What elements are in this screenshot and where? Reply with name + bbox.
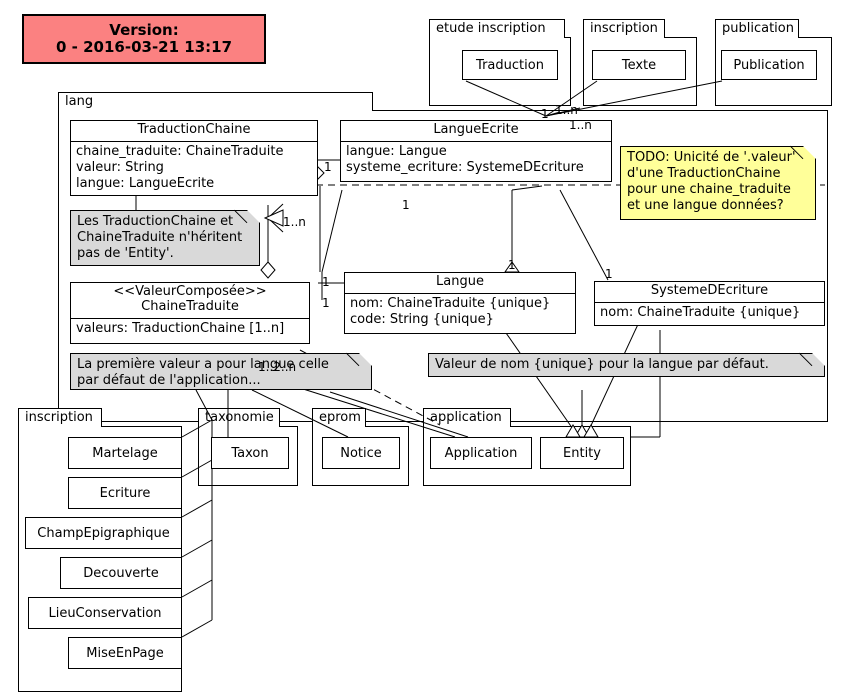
attribute: chaine_traduite: ChaineTraduite [76, 143, 284, 159]
multiplicity-label: 1 [508, 258, 516, 272]
class-chaine-traduite-label: ChaineTraduite [141, 298, 239, 314]
class-traduction-chaine-attributes: chaine_traduite: ChaineTraduite valeur: … [71, 142, 317, 196]
attribute: code: String {unique} [350, 312, 494, 328]
note-todo-text: TODO: Unicité de '.valeur' d'une Traduct… [627, 150, 801, 213]
class-champ-epigraphique[interactable]: ChampEpigraphique [25, 517, 182, 549]
note-heritage-text: Les TraductionChaine et ChaineTraduite n… [77, 214, 245, 262]
class-entity-name: Entity [563, 445, 601, 461]
class-stereotype: <<ValeurComposée>> [113, 284, 267, 299]
attribute: systeme_ecriture: SystemeDEcriture [346, 160, 584, 176]
class-texte[interactable]: Texte [592, 50, 686, 80]
note-line: ChaineTraduite n'héritent [77, 229, 243, 245]
note-line: pas de 'Entity'. [77, 245, 174, 261]
class-traduction-chaine-name: TraductionChaine [137, 122, 251, 137]
multiplicity-label: 1 [605, 267, 613, 281]
multiplicity-label: 1 [402, 198, 410, 212]
class-chaine-traduite-attributes: valeurs: TraductionChaine [1..n] [71, 319, 309, 340]
class-martelage-name: Martelage [92, 445, 158, 461]
note-premiere-valeur-text: La première valeur a pour langue celle p… [77, 357, 357, 389]
attribute: nom: ChaineTraduite {unique} [350, 295, 551, 311]
note-fold-icon [803, 146, 816, 159]
class-chaine-traduite-name: <<ValeurComposée>> ChaineTraduite [71, 283, 309, 318]
package-inscription-top-tab: inscription [583, 19, 665, 38]
class-systeme-decriture-attributes: nom: ChaineTraduite {unique} [595, 303, 824, 324]
attribute: valeurs: TraductionChaine [1..n] [76, 320, 285, 336]
class-notice-name: Notice [340, 445, 382, 461]
class-langue-name: Langue [436, 274, 484, 289]
class-systeme-decriture-name: SystemeDEcriture [650, 283, 769, 298]
class-chaine-traduite[interactable]: <<ValeurComposée>> ChaineTraduite valeur… [70, 282, 310, 344]
note-fold-icon [247, 210, 260, 223]
class-traduction-chaine[interactable]: TraductionChaine chaine_traduite: Chaine… [70, 120, 318, 196]
class-taxon-name: Taxon [231, 445, 269, 461]
package-etude-inscription-tab: etude inscription [429, 19, 565, 38]
class-lieu-conservation-name: LieuConservation [48, 605, 162, 621]
multiplicity-label: 1..2..n [258, 360, 297, 374]
class-langue-attributes: nom: ChaineTraduite {unique} code: Strin… [345, 294, 575, 332]
multiplicity-label: 1 [322, 296, 330, 310]
package-inscription-bottom-tab: inscription [18, 408, 102, 427]
class-entity[interactable]: Entity [540, 437, 624, 469]
class-decouverte-name: Decouverte [83, 565, 159, 581]
class-lieu-conservation[interactable]: LieuConservation [28, 597, 182, 629]
attribute: valeur: String [76, 160, 164, 176]
class-ecriture-name: Ecriture [99, 485, 151, 501]
class-decouverte[interactable]: Decouverte [60, 557, 182, 589]
multiplicity-label: 1 [541, 107, 549, 121]
class-martelage[interactable]: Martelage [68, 437, 182, 469]
uml-class-diagram: Version: 0 - 2016-03-21 13:17 lang etude… [0, 0, 850, 700]
note-line: et une langue données? [627, 197, 784, 213]
class-langue[interactable]: Langue nom: ChaineTraduite {unique} code… [344, 272, 576, 334]
note-line: par défaut de l'application... [77, 372, 261, 388]
class-publication-name: Publication [733, 57, 805, 73]
package-publication-tab: publication [715, 19, 799, 38]
note-heritage: Les TraductionChaine et ChaineTraduite n… [70, 210, 260, 266]
note-line: Valeur de nom {unique} pour la langue pa… [435, 357, 769, 372]
version-label: Version: [109, 20, 179, 39]
note-line: TODO: Unicité de '.valeur' [627, 150, 796, 165]
class-ecriture[interactable]: Ecriture [68, 477, 182, 509]
multiplicity-label: 1..n [283, 215, 306, 229]
note-todo: TODO: Unicité de '.valeur' d'une Traduct… [620, 146, 816, 220]
class-traduction-name: Traduction [476, 57, 544, 73]
class-mise-en-page[interactable]: MiseEnPage [68, 637, 182, 669]
multiplicity-label: 1..n [569, 118, 592, 132]
multiplicity-label: 1 [322, 275, 330, 289]
package-application-tab: application [423, 408, 511, 427]
class-traduction[interactable]: Traduction [462, 50, 558, 80]
version-banner: Version: 0 - 2016-03-21 13:17 [22, 14, 266, 64]
note-fold-icon [812, 353, 825, 366]
class-systeme-decriture[interactable]: SystemeDEcriture nom: ChaineTraduite {un… [594, 281, 825, 326]
multiplicity-label: 1 [324, 160, 332, 174]
attribute: nom: ChaineTraduite {unique} [600, 304, 801, 320]
note-premiere-valeur: La première valeur a pour langue celle p… [70, 353, 372, 390]
class-mise-en-page-name: MiseEnPage [86, 645, 164, 661]
note-line: La première valeur a pour langue celle [77, 357, 329, 372]
package-taxonomie-tab: taxonomie [198, 408, 280, 427]
class-application[interactable]: Application [430, 437, 532, 469]
note-line: Les TraductionChaine et [77, 214, 234, 229]
package-lang-tab: lang [58, 92, 373, 111]
note-fold-icon [359, 353, 372, 366]
class-champ-epigraphique-name: ChampEpigraphique [37, 525, 170, 541]
note-line: d'une TraductionChaine [627, 165, 781, 181]
note-valeur-nom: Valeur de nom {unique} pour la langue pa… [428, 353, 825, 377]
class-application-name: Application [444, 445, 518, 461]
attribute: langue: Langue [346, 143, 447, 159]
attribute: langue: LangueEcrite [76, 176, 215, 192]
class-publication[interactable]: Publication [721, 50, 817, 80]
version-value: 0 - 2016-03-21 13:17 [55, 38, 233, 56]
class-langue-ecrite-attributes: langue: Langue systeme_ecriture: Systeme… [341, 142, 611, 180]
class-notice[interactable]: Notice [322, 437, 400, 469]
multiplicity-label: 1..n [555, 103, 578, 117]
note-valeur-nom-text: Valeur de nom {unique} pour la langue pa… [435, 357, 810, 373]
package-eprom-tab: eprom [312, 408, 366, 427]
class-texte-name: Texte [621, 57, 657, 73]
class-taxon[interactable]: Taxon [211, 437, 289, 469]
note-line: pour une chaine_traduite [627, 181, 791, 197]
